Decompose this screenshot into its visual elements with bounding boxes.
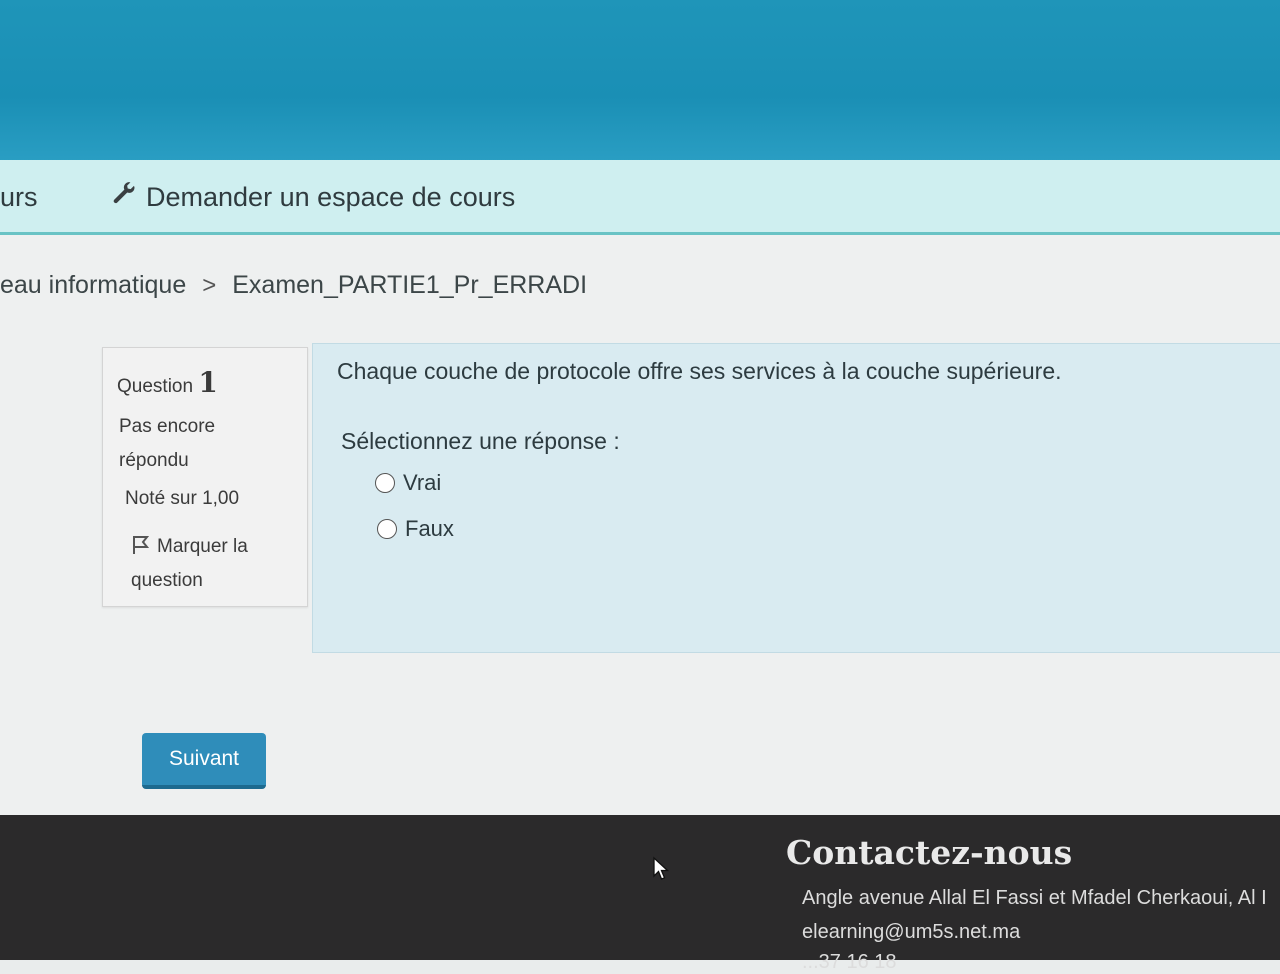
nav-item-partial[interactable]: urs xyxy=(0,182,38,213)
mouse-pointer-icon xyxy=(653,856,670,880)
question-label: Question xyxy=(117,376,194,397)
question-formulation: Chaque couche de protocole offre ses ser… xyxy=(312,343,1280,653)
breadcrumb-item-quiz[interactable]: Examen_PARTIE1_Pr_ERRADI xyxy=(232,271,587,300)
option-label: Faux xyxy=(405,516,454,541)
option-label: Vrai xyxy=(403,470,442,495)
navbar: urs Demander un espace de cours xyxy=(0,160,1280,235)
flag-question-link[interactable]: Marquer la question xyxy=(131,530,291,598)
footer-email[interactable]: elearning@um5s.net.ma xyxy=(802,921,1020,944)
answer-option-vrai[interactable]: Vrai xyxy=(375,470,441,496)
footer-phone: ...37 16 18 xyxy=(802,951,897,973)
footer-title: Contactez-nous xyxy=(786,833,1073,872)
breadcrumb-separator: > xyxy=(202,271,217,299)
radio-button[interactable] xyxy=(377,519,397,539)
header-band xyxy=(0,0,1280,162)
question-grade: Noté sur 1,00 xyxy=(125,488,240,509)
nav-item-request-course-space[interactable]: Demander un espace de cours xyxy=(110,180,515,215)
breadcrumb-item-course[interactable]: eau informatique xyxy=(0,271,186,300)
radio-button[interactable] xyxy=(375,473,395,493)
next-button[interactable]: Suivant xyxy=(142,733,266,789)
question-state: Pas encore répondu xyxy=(119,416,216,471)
footer-address: Angle avenue Allal El Fassi et Mfadel Ch… xyxy=(802,887,1267,909)
footer: Contactez-nous Angle avenue Allal El Fas… xyxy=(0,815,1280,973)
flag-icon xyxy=(131,536,157,557)
wrench-icon xyxy=(110,180,138,215)
question-number: Question 1 xyxy=(117,366,218,399)
nav-item-label: Demander un espace de cours xyxy=(146,182,516,212)
question-text: Chaque couche de protocole offre ses ser… xyxy=(337,358,1062,384)
answer-prompt: Sélectionnez une réponse : xyxy=(341,428,620,454)
breadcrumb: eau informatique > Examen_PARTIE1_Pr_ERR… xyxy=(0,271,587,300)
question-number-value: 1 xyxy=(198,366,218,399)
main-content: eau informatique > Examen_PARTIE1_Pr_ERR… xyxy=(0,235,1280,815)
question-info-panel: Question 1 Pas encore répondu Noté sur 1… xyxy=(102,347,308,607)
answer-option-faux[interactable]: Faux xyxy=(377,516,454,542)
